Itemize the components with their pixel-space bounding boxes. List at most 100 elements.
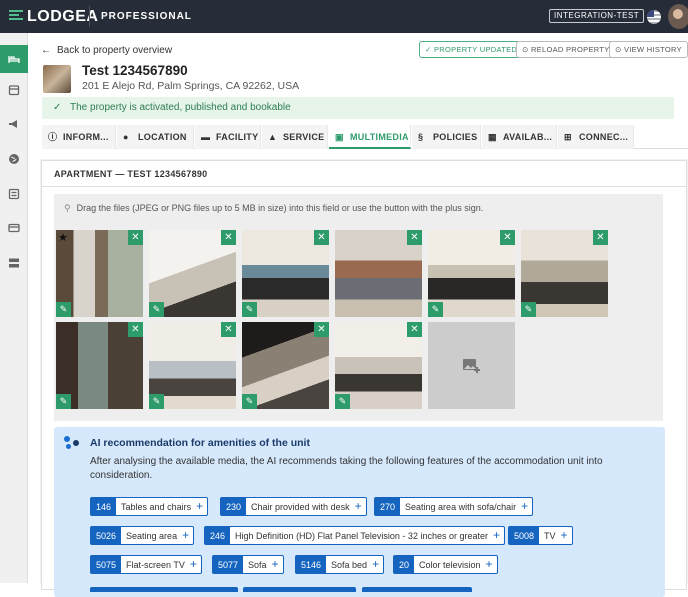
property-updated-label: PROPERTY UPDATED bbox=[433, 45, 518, 54]
plus-icon[interactable]: + bbox=[182, 527, 193, 544]
amenity-chip[interactable]: 5026 Seating area + bbox=[90, 526, 195, 545]
product-name: PROFESSIONAL bbox=[101, 11, 192, 22]
media-photo[interactable]: ✕ ✎ bbox=[149, 230, 236, 317]
pencil-icon[interactable]: ✎ bbox=[242, 302, 257, 317]
ai-title: AI recommendation for amenities of the u… bbox=[90, 437, 310, 449]
tab-label: MULTIMEDIA bbox=[350, 132, 409, 142]
tab-label: POLICIES bbox=[433, 132, 478, 142]
tab-bar: ⓘ INFORM... ● LOCATION ▬ FACILITY ▲ SERVICE … bbox=[42, 125, 688, 149]
chip-id: 5077 bbox=[213, 556, 244, 573]
media-photo[interactable]: ✕ ✎ bbox=[56, 322, 143, 409]
logo[interactable]: LODGEA bbox=[27, 8, 98, 26]
amenity-chip[interactable]: 5008 TV + bbox=[508, 526, 573, 545]
media-photo[interactable]: ★ ✕ ✎ bbox=[56, 230, 143, 317]
tab-information[interactable]: ⓘ INFORM... bbox=[42, 125, 116, 149]
tab-label: AVAILAB... bbox=[503, 132, 553, 142]
pencil-icon[interactable]: ✎ bbox=[149, 394, 164, 409]
alert-text: The property is activated, published and… bbox=[70, 102, 291, 113]
chip-label: Color television bbox=[419, 559, 481, 570]
server-icon[interactable] bbox=[0, 249, 28, 277]
tab-location[interactable]: ● LOCATION bbox=[117, 125, 194, 149]
chip-label: Sofa bbox=[248, 559, 267, 570]
megaphone-icon[interactable] bbox=[0, 110, 28, 138]
close-icon[interactable]: ✕ bbox=[128, 230, 143, 245]
amenity-chip[interactable]: 230 Chair provided with desk + bbox=[220, 497, 367, 516]
plus-icon[interactable]: + bbox=[493, 527, 504, 544]
bed-icon[interactable] bbox=[0, 45, 28, 73]
close-icon[interactable]: ✕ bbox=[221, 322, 236, 337]
star-icon[interactable]: ★ bbox=[58, 231, 68, 244]
media-photo[interactable]: ✕ bbox=[335, 230, 422, 317]
tab-multimedia[interactable]: ▣ MULTIMEDIA bbox=[329, 125, 411, 149]
pencil-icon[interactable]: ✎ bbox=[428, 302, 443, 317]
media-photo[interactable]: ✕ ✎ bbox=[428, 230, 515, 317]
credit-card-icon[interactable] bbox=[0, 214, 28, 242]
plus-icon[interactable]: + bbox=[486, 556, 497, 573]
plus-icon[interactable]: + bbox=[561, 527, 572, 544]
chip-label: Tables and chairs bbox=[121, 501, 192, 512]
list-icon[interactable] bbox=[0, 180, 28, 208]
media-photo[interactable]: ✕ ✎ bbox=[242, 230, 329, 317]
close-icon[interactable]: ✕ bbox=[221, 230, 236, 245]
back-link[interactable]: ← Back to property overview bbox=[41, 45, 172, 56]
close-icon[interactable]: ✕ bbox=[128, 322, 143, 337]
amenity-chip[interactable]: 146 Tables and chairs + bbox=[90, 497, 209, 516]
plus-icon[interactable]: + bbox=[521, 498, 532, 515]
amenity-chip[interactable]: 5146 Sofa bed + bbox=[295, 555, 385, 574]
tab-facility[interactable]: ▬ FACILITY bbox=[195, 125, 261, 149]
reload-property-button[interactable]: ⊙ RELOAD PROPERTY bbox=[516, 41, 616, 58]
amenity-chip[interactable]: 246 High Definition (HD) Flat Panel Telev… bbox=[204, 526, 505, 545]
plus-icon[interactable]: + bbox=[372, 556, 383, 573]
tab-policies[interactable]: § POLICIES bbox=[412, 125, 481, 149]
close-icon[interactable]: ✕ bbox=[314, 322, 329, 337]
media-photo[interactable]: ✕ ✎ bbox=[521, 230, 608, 317]
calendar-icon[interactable] bbox=[0, 76, 28, 104]
avatar[interactable] bbox=[668, 4, 688, 29]
globe-icon[interactable] bbox=[0, 145, 28, 173]
close-icon[interactable]: ✕ bbox=[314, 230, 329, 245]
close-icon[interactable]: ✕ bbox=[407, 230, 422, 245]
tab-label: FACILITY bbox=[216, 132, 259, 142]
chip-id: 270 bbox=[375, 498, 401, 515]
close-icon[interactable]: ✕ bbox=[407, 322, 422, 337]
plus-icon[interactable]: + bbox=[272, 556, 283, 573]
plus-icon[interactable]: + bbox=[355, 498, 366, 515]
close-icon[interactable]: ✕ bbox=[593, 230, 608, 245]
view-history-button[interactable]: ⊙ VIEW HISTORY bbox=[609, 41, 688, 58]
media-photo[interactable]: ✕ ✎ bbox=[149, 322, 236, 409]
tab-availability[interactable]: ▦ AVAILAB... bbox=[482, 125, 557, 149]
amenity-chip-partial[interactable] bbox=[243, 587, 356, 592]
pencil-icon[interactable]: ✎ bbox=[149, 302, 164, 317]
sidebar bbox=[0, 33, 28, 583]
language-flag-icon[interactable] bbox=[647, 10, 661, 24]
plus-icon[interactable]: + bbox=[190, 556, 201, 573]
plus-icon[interactable]: + bbox=[196, 498, 207, 515]
chip-id: 5146 bbox=[296, 556, 327, 573]
amenity-chip[interactable]: 20 Color television + bbox=[393, 555, 498, 574]
top-bar: LODGEA PROFESSIONAL INTEGRATION-TEST bbox=[0, 0, 688, 33]
media-photo[interactable]: ✕ ✎ bbox=[242, 322, 329, 409]
tab-service[interactable]: ▲ SERVICE bbox=[262, 125, 328, 149]
tab-connectivity[interactable]: ⊞ CONNEC... bbox=[558, 125, 634, 149]
pencil-icon[interactable]: ✎ bbox=[56, 394, 71, 409]
pencil-icon[interactable]: ✎ bbox=[521, 302, 536, 317]
chip-label: Flat-screen TV bbox=[126, 559, 185, 570]
environment-badge: INTEGRATION-TEST bbox=[549, 9, 645, 23]
media-dropzone[interactable]: ⚲ Drag the files (JPEG or PNG files up to… bbox=[54, 194, 663, 421]
bed-icon: ▬ bbox=[201, 132, 211, 142]
pencil-icon[interactable]: ✎ bbox=[335, 394, 350, 409]
amenity-chip[interactable]: 5077 Sofa + bbox=[212, 555, 284, 574]
pencil-icon[interactable]: ✎ bbox=[56, 302, 71, 317]
tab-label: INFORM... bbox=[63, 132, 109, 142]
amenity-chip[interactable]: 270 Seating area with sofa/chair + bbox=[374, 497, 534, 516]
close-icon[interactable]: ✕ bbox=[500, 230, 515, 245]
amenity-chip[interactable]: 5075 Flat-screen TV + bbox=[90, 555, 202, 574]
amenity-chip-partial[interactable] bbox=[90, 587, 238, 592]
media-photo[interactable]: ✕ ✎ bbox=[335, 322, 422, 409]
section-icon: § bbox=[418, 132, 424, 142]
add-image-button[interactable] bbox=[428, 322, 515, 409]
property-updated-button[interactable]: ✓ PROPERTY UPDATED bbox=[419, 41, 524, 58]
pencil-icon[interactable]: ✎ bbox=[242, 394, 257, 409]
history-label: VIEW HISTORY bbox=[623, 45, 682, 54]
amenity-chip-partial[interactable] bbox=[362, 587, 472, 592]
